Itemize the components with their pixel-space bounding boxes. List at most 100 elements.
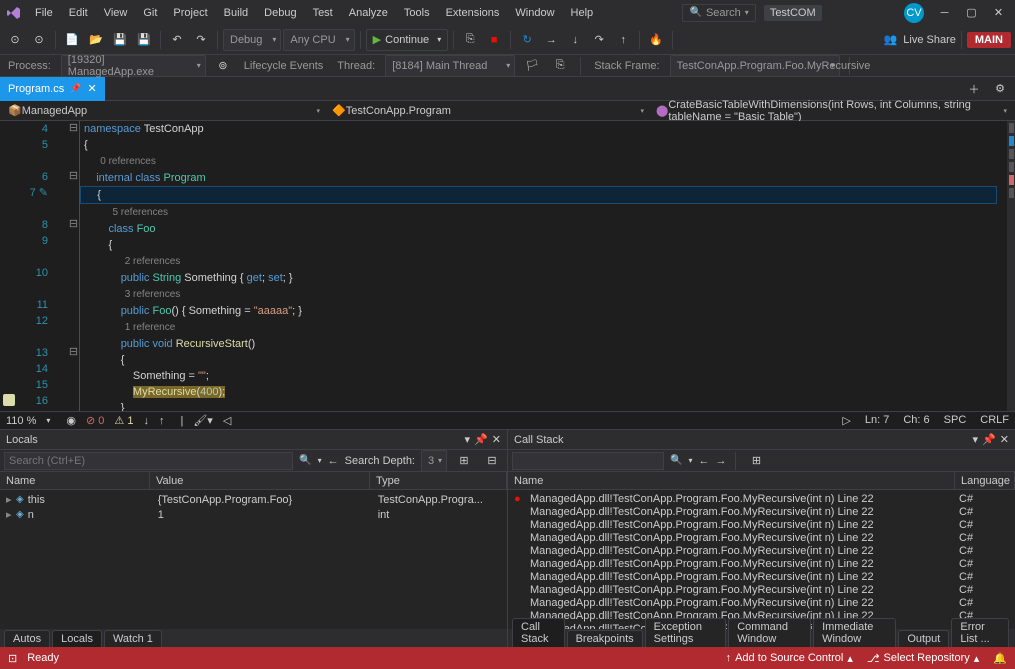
menu-extensions[interactable]: Extensions: [439, 3, 507, 23]
undo-icon[interactable]: ↶: [166, 29, 188, 51]
new-icon[interactable]: 📄: [61, 29, 83, 51]
menu-help[interactable]: Help: [564, 3, 601, 23]
save-all-icon[interactable]: 💾: [133, 29, 155, 51]
nav-up-icon[interactable]: ↑: [159, 415, 165, 427]
tab-breakpoints[interactable]: Breakpoints: [567, 630, 643, 647]
callstack-row[interactable]: ManagedApp.dll!TestConApp.Program.Foo.My…: [508, 518, 1015, 531]
warn-count-icon[interactable]: ⚠ 1: [114, 414, 133, 427]
save-icon[interactable]: 💾: [109, 29, 131, 51]
search-icon[interactable]: 🔍: [670, 455, 682, 466]
line-ending[interactable]: CRLF: [980, 414, 1009, 427]
search-icon[interactable]: 🔍: [299, 455, 311, 466]
process-dropdown[interactable]: [19320] ManagedApp.exe: [61, 55, 206, 77]
tab-close-icon[interactable]: ✕: [87, 82, 96, 95]
step-over-icon[interactable]: ↷: [588, 29, 610, 51]
tab-exception-settings[interactable]: Exception Settings: [645, 618, 727, 647]
close-button[interactable]: ✕: [986, 3, 1011, 23]
callstack-row[interactable]: ManagedApp.dll!TestConApp.Program.Foo.My…: [508, 557, 1015, 570]
indent-mode[interactable]: SPC: [944, 414, 967, 427]
fold-column[interactable]: ⊟⊟⊟⊟⊟: [68, 121, 80, 411]
callstack-row[interactable]: ManagedApp.dll!TestConApp.Program.Foo.My…: [508, 596, 1015, 609]
live-share-icon[interactable]: 👥: [879, 29, 901, 51]
tab-watch-1[interactable]: Watch 1: [104, 630, 162, 647]
callstack-row[interactable]: ManagedApp.dll!TestConApp.Program.Foo.My…: [508, 505, 1015, 518]
search-box[interactable]: 🔍Search▾: [682, 4, 755, 22]
menu-file[interactable]: File: [28, 3, 60, 23]
config-dropdown[interactable]: Debug: [223, 29, 281, 51]
step-out-icon[interactable]: ↑: [612, 29, 634, 51]
add-source-control-button[interactable]: ↑ Add to Source Control ▴: [726, 652, 853, 665]
error-count-icon[interactable]: ⊘ 0: [86, 414, 104, 427]
zoom-level[interactable]: 110 %: [6, 415, 36, 427]
minimize-button[interactable]: ─: [932, 3, 957, 23]
step-into-icon[interactable]: ↓: [564, 29, 586, 51]
thread-icon[interactable]: ⎘: [459, 29, 481, 51]
callstack-row[interactable]: ManagedApp.dll!TestConApp.Program.Foo.My…: [508, 531, 1015, 544]
show-next-icon[interactable]: →: [540, 29, 562, 51]
maximize-button[interactable]: ▢: [959, 3, 984, 23]
prev-icon[interactable]: ◁: [223, 414, 231, 427]
brush-icon[interactable]: 🖌▾: [193, 414, 213, 427]
code-editor[interactable]: 4567 ✎8910111213141516171819202122232425…: [0, 121, 1015, 411]
nav-down-icon[interactable]: ↓: [143, 415, 149, 427]
menu-view[interactable]: View: [97, 3, 135, 23]
code-body[interactable]: namespace TestConApp{ 0 references inter…: [80, 121, 1007, 411]
menu-tools[interactable]: Tools: [397, 3, 437, 23]
callstack-search-input[interactable]: [512, 452, 664, 470]
panel-menu-icon[interactable]: ▾: [973, 433, 979, 446]
nav-back-icon[interactable]: ⊙: [4, 29, 26, 51]
tab-locals[interactable]: Locals: [52, 630, 102, 647]
view-rows-icon[interactable]: ⊟: [481, 450, 503, 472]
nav-back-icon[interactable]: ←: [698, 455, 709, 467]
tab-output[interactable]: Output: [898, 630, 949, 647]
menu-analyze[interactable]: Analyze: [342, 3, 395, 23]
crumb-class[interactable]: 🔶TestConApp.Program: [328, 102, 648, 120]
no-issues-icon[interactable]: ◉: [66, 414, 76, 427]
tab-settings-icon[interactable]: ⚙: [989, 78, 1011, 100]
threads-icon[interactable]: ⎘: [549, 55, 571, 77]
tab-autos[interactable]: Autos: [4, 630, 50, 647]
locals-row[interactable]: ▸◈n1int: [0, 507, 507, 522]
locals-body[interactable]: ▸◈this{TestConApp.Program.Foo}TestConApp…: [0, 490, 507, 629]
callstack-row[interactable]: ManagedApp.dll!TestConApp.Program.Foo.My…: [508, 492, 1015, 505]
panel-close-icon[interactable]: ✕: [492, 433, 501, 446]
scroll-right-icon[interactable]: ▷: [842, 414, 850, 427]
view-columns-icon[interactable]: ⊞: [453, 450, 475, 472]
clear-icon[interactable]: ←: [328, 455, 339, 467]
crumb-project[interactable]: 📦ManagedApp: [4, 102, 324, 120]
crumb-member[interactable]: ⬤CrateBasicTableWithDimensions(int Rows,…: [652, 102, 1011, 120]
lifecycle-icon[interactable]: ⊚: [212, 55, 234, 77]
hot-reload-icon[interactable]: 🔥: [645, 29, 667, 51]
open-icon[interactable]: 📂: [85, 29, 107, 51]
redo-icon[interactable]: ↷: [190, 29, 212, 51]
menu-edit[interactable]: Edit: [62, 3, 95, 23]
nav-fwd-icon[interactable]: ⊙: [28, 29, 50, 51]
panel-pin-icon[interactable]: 📌: [474, 433, 488, 446]
menu-test[interactable]: Test: [306, 3, 340, 23]
error-indicator-icon[interactable]: ⊡: [8, 652, 17, 665]
menu-debug[interactable]: Debug: [257, 3, 303, 23]
stop-icon[interactable]: ■: [483, 29, 505, 51]
menu-window[interactable]: Window: [508, 3, 561, 23]
pin-icon[interactable]: 📌: [70, 83, 81, 94]
callstack-row[interactable]: ManagedApp.dll!TestConApp.Program.Foo.My…: [508, 570, 1015, 583]
select-repository-button[interactable]: ⎇ Select Repository ▴: [867, 652, 979, 665]
thread-dropdown[interactable]: [8184] Main Thread: [385, 55, 515, 77]
live-share-label[interactable]: Live Share: [903, 34, 956, 46]
locals-row[interactable]: ▸◈this{TestConApp.Program.Foo}TestConApp…: [0, 492, 507, 507]
avatar[interactable]: CV: [904, 3, 924, 23]
tab-command-window[interactable]: Command Window: [728, 618, 811, 647]
tab-program-cs[interactable]: Program.cs 📌 ✕: [0, 77, 105, 101]
view-mode-icon[interactable]: ⊞: [745, 450, 767, 472]
flag-icon[interactable]: 🏳: [521, 55, 543, 77]
tab-add-icon[interactable]: ＋: [963, 78, 985, 100]
callstack-body[interactable]: ManagedApp.dll!TestConApp.Program.Foo.My…: [508, 490, 1015, 629]
bell-icon[interactable]: 🔔: [993, 652, 1007, 665]
nav-fwd-icon[interactable]: →: [715, 455, 726, 467]
callstack-row[interactable]: ManagedApp.dll!TestConApp.Program.Foo.My…: [508, 583, 1015, 596]
menu-build[interactable]: Build: [217, 3, 255, 23]
panel-menu-icon[interactable]: ▾: [465, 433, 471, 446]
platform-dropdown[interactable]: Any CPU: [283, 29, 354, 51]
tab-error-list-[interactable]: Error List ...: [951, 618, 1009, 647]
depth-dropdown[interactable]: 3: [421, 450, 447, 472]
